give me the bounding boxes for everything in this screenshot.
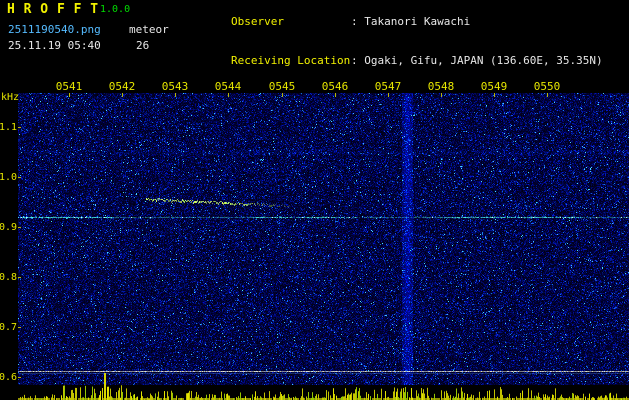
- freq-unit-label: kHz: [1, 92, 20, 103]
- app-title: H R O F F T: [7, 2, 99, 17]
- y-tick-label: 1.1: [0, 122, 18, 133]
- info-row-location: Receiving Location: Ogaki, Gifu, JAPAN (…: [178, 41, 603, 80]
- output-filename: 2511190540.png: [8, 23, 101, 36]
- y-tick-label: 0.8: [0, 272, 18, 283]
- y-axis-ticks: 1.1 1.0 0.9 0.8 0.7 0.6: [0, 0, 18, 400]
- y-tick-label: 0.7: [0, 322, 18, 333]
- info-row-observer: Observer : Takanori Kawachi: [178, 2, 603, 41]
- info-value: : Takanori Kawachi: [350, 15, 471, 28]
- echo-count: 26: [136, 39, 150, 52]
- hrofft-spectrogram-image: H R O F F T 1.0.0 2511190540.png meteor …: [0, 0, 629, 400]
- spectrogram-canvas: [18, 78, 629, 400]
- datetime-label: 25.11.19 05:40: [8, 39, 101, 52]
- info-value: : Ogaki, Gifu, JAPAN (136.60E, 35.35N): [350, 54, 603, 67]
- info-label: Receiving Location: [230, 54, 351, 67]
- app-version: 1.0.0: [100, 4, 131, 15]
- y-tick-label: 0.9: [0, 222, 18, 233]
- y-tick-label: 0.6: [0, 372, 18, 383]
- mode-label: meteor: [129, 23, 169, 36]
- info-label: Observer: [230, 15, 284, 28]
- y-tick-label: 1.0: [0, 172, 18, 183]
